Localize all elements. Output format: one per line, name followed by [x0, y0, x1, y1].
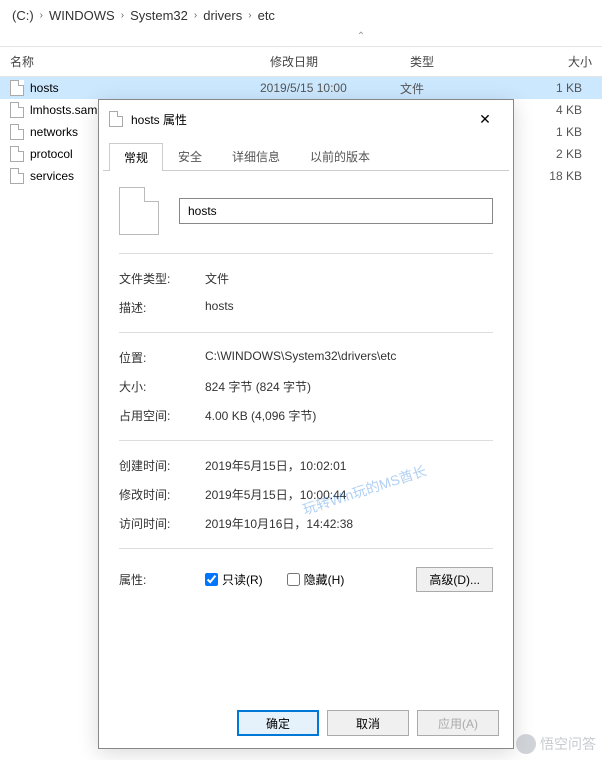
- filename-input[interactable]: [179, 198, 493, 224]
- label-size-on-disk: 占用空间:: [119, 407, 205, 424]
- dialog-footer: 确定 取消 应用(A): [99, 698, 513, 748]
- cancel-button[interactable]: 取消: [327, 710, 409, 736]
- hidden-checkbox[interactable]: 隐藏(H): [287, 571, 345, 588]
- sort-indicator-icon: ⌃: [0, 31, 602, 46]
- breadcrumb[interactable]: (C:) › WINDOWS › System32 › drivers › et…: [0, 0, 602, 31]
- file-size: 1 KB: [500, 125, 602, 139]
- file-name: services: [30, 169, 74, 183]
- file-name: protocol: [30, 147, 73, 161]
- file-type: 文件: [400, 80, 500, 97]
- value-accessed: 2019年10月16日，14:42:38: [205, 515, 493, 532]
- hidden-checkbox-input[interactable]: [287, 573, 300, 586]
- readonly-label: 只读(R): [222, 571, 263, 588]
- file-icon: [10, 124, 24, 140]
- dialog-titlebar[interactable]: hosts 属性 ✕: [99, 100, 513, 138]
- label-location: 位置:: [119, 349, 205, 366]
- tabs: 常规 安全 详细信息 以前的版本: [103, 142, 509, 171]
- value-filetype: 文件: [205, 270, 493, 287]
- ok-button[interactable]: 确定: [237, 710, 319, 736]
- label-size: 大小:: [119, 378, 205, 395]
- value-description: hosts: [205, 299, 493, 316]
- file-large-icon: [119, 187, 159, 235]
- breadcrumb-item[interactable]: drivers: [203, 8, 242, 23]
- value-location: C:\WINDOWS\System32\drivers\etc: [205, 349, 493, 366]
- dialog-title-text: hosts 属性: [131, 111, 459, 128]
- header-date[interactable]: 修改日期: [260, 47, 400, 76]
- file-name: networks: [30, 125, 78, 139]
- breadcrumb-item[interactable]: etc: [258, 8, 275, 23]
- label-description: 描述:: [119, 299, 205, 316]
- close-button[interactable]: ✕: [467, 108, 503, 130]
- file-name: lmhosts.sam: [30, 103, 97, 117]
- file-row[interactable]: hosts 2019/5/15 10:00 文件 1 KB: [0, 77, 602, 99]
- corner-watermark: 悟空问答: [516, 734, 596, 754]
- value-modified: 2019年5月15日，10:00:44: [205, 486, 493, 503]
- watermark-logo-icon: [516, 734, 536, 754]
- chevron-right-icon: ›: [244, 10, 255, 21]
- tab-general[interactable]: 常规: [109, 143, 163, 171]
- file-icon: [10, 146, 24, 162]
- label-filetype: 文件类型:: [119, 270, 205, 287]
- column-headers: 名称 修改日期 类型 大小: [0, 46, 602, 77]
- header-size[interactable]: 大小: [500, 47, 602, 76]
- file-name: hosts: [30, 81, 59, 95]
- apply-button[interactable]: 应用(A): [417, 710, 499, 736]
- label-created: 创建时间:: [119, 457, 205, 474]
- file-icon: [10, 102, 24, 118]
- chevron-right-icon: ›: [190, 10, 201, 21]
- file-date: 2019/5/15 10:00: [260, 81, 400, 95]
- file-icon: [10, 168, 24, 184]
- file-size: 1 KB: [500, 81, 602, 95]
- label-accessed: 访问时间:: [119, 515, 205, 532]
- label-attributes: 属性:: [119, 571, 205, 588]
- value-size: 824 字节 (824 字节): [205, 378, 493, 395]
- properties-dialog: hosts 属性 ✕ 常规 安全 详细信息 以前的版本 文件类型: 文件 描述:…: [98, 99, 514, 749]
- chevron-right-icon: ›: [117, 10, 128, 21]
- hidden-label: 隐藏(H): [304, 571, 345, 588]
- readonly-checkbox[interactable]: 只读(R): [205, 571, 263, 588]
- file-size: 4 KB: [500, 103, 602, 117]
- header-name[interactable]: 名称: [0, 47, 260, 76]
- readonly-checkbox-input[interactable]: [205, 573, 218, 586]
- tab-previous-versions[interactable]: 以前的版本: [295, 142, 385, 170]
- advanced-button[interactable]: 高级(D)...: [416, 567, 493, 592]
- tab-security[interactable]: 安全: [163, 142, 217, 170]
- label-modified: 修改时间:: [119, 486, 205, 503]
- file-icon: [10, 80, 24, 96]
- corner-watermark-text: 悟空问答: [540, 734, 596, 754]
- value-size-on-disk: 4.00 KB (4,096 字节): [205, 407, 493, 424]
- tab-details[interactable]: 详细信息: [217, 142, 295, 170]
- file-size: 2 KB: [500, 147, 602, 161]
- file-size: 18 KB: [500, 169, 602, 183]
- header-type[interactable]: 类型: [400, 47, 500, 76]
- breadcrumb-item[interactable]: System32: [130, 8, 188, 23]
- breadcrumb-item[interactable]: WINDOWS: [49, 8, 115, 23]
- file-icon: [109, 111, 123, 127]
- breadcrumb-item[interactable]: (C:): [12, 8, 34, 23]
- chevron-right-icon: ›: [36, 10, 47, 21]
- value-created: 2019年5月15日，10:02:01: [205, 457, 493, 474]
- dialog-body: 文件类型: 文件 描述: hosts 位置: C:\WINDOWS\System…: [99, 171, 513, 698]
